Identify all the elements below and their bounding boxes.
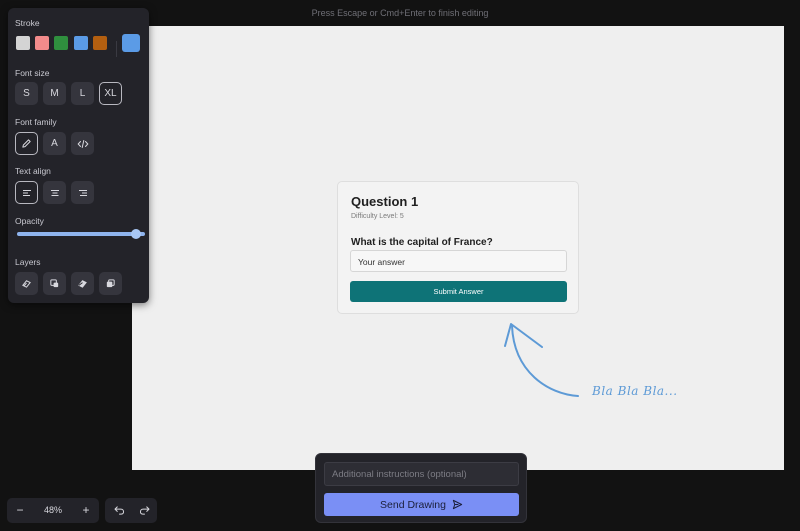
stroke-color-orange[interactable] [93,36,107,50]
annotation-text[interactable]: Bla Bla Bla... [592,384,678,398]
stroke-color-blue[interactable] [74,36,88,50]
font-size-xl[interactable]: XL [99,82,122,105]
send-drawing-label: Send Drawing [380,498,446,511]
zoom-out-button[interactable]: − [9,498,31,523]
code-icon [77,139,88,148]
stroke-color-red[interactable] [35,36,49,50]
stroke-divider [116,41,117,57]
text-align-left[interactable] [15,181,38,204]
align-right-icon [78,189,87,196]
instructions-input[interactable] [324,462,519,486]
stroke-label: Stroke [15,18,40,28]
font-size-l[interactable]: L [71,82,94,105]
zoom-in-button[interactable]: + [75,498,97,523]
send-drawing-button[interactable]: Send Drawing [324,493,519,516]
font-family-code[interactable] [71,132,94,155]
opacity-label: Opacity [15,216,44,226]
text-align-center[interactable] [43,181,66,204]
layer-bring-to-front[interactable] [99,272,122,295]
layer-bring-forward[interactable] [71,272,94,295]
stroke-selected-color[interactable] [122,34,140,52]
send-icon [452,499,463,510]
send-backward-icon [50,279,59,288]
font-size-m[interactable]: M [43,82,66,105]
undo-icon [114,506,124,515]
redo-button[interactable] [131,498,157,523]
font-family-normal[interactable]: A [43,132,66,155]
font-family-hand[interactable] [15,132,38,155]
text-align-label: Text align [15,166,51,176]
font-size-s[interactable]: S [15,82,38,105]
bring-to-front-icon [106,279,115,288]
letter-a-icon: A [51,138,58,149]
history-controls [105,498,157,523]
undo-button[interactable] [106,498,132,523]
layers-label: Layers [15,257,41,267]
redo-icon [139,506,149,515]
bring-forward-icon [78,280,87,288]
layer-send-to-back[interactable] [15,272,38,295]
align-center-icon [50,189,59,196]
zoom-controls: − 48% + [7,498,99,523]
send-to-back-icon [22,280,31,288]
font-family-label: Font family [15,117,57,127]
pencil-icon [22,139,31,148]
stroke-color-green[interactable] [54,36,68,50]
opacity-slider-track[interactable] [17,232,145,236]
style-panel: Stroke Font size S M L XL Font family A … [8,8,149,303]
font-size-label: Font size [15,68,50,78]
text-align-right[interactable] [71,181,94,204]
opacity-slider-thumb[interactable] [131,229,141,239]
send-panel: Send Drawing [315,453,527,523]
zoom-level[interactable]: 48% [31,498,75,523]
layer-send-backward[interactable] [43,272,66,295]
align-left-icon [22,189,31,196]
stroke-color-gray[interactable] [16,36,30,50]
